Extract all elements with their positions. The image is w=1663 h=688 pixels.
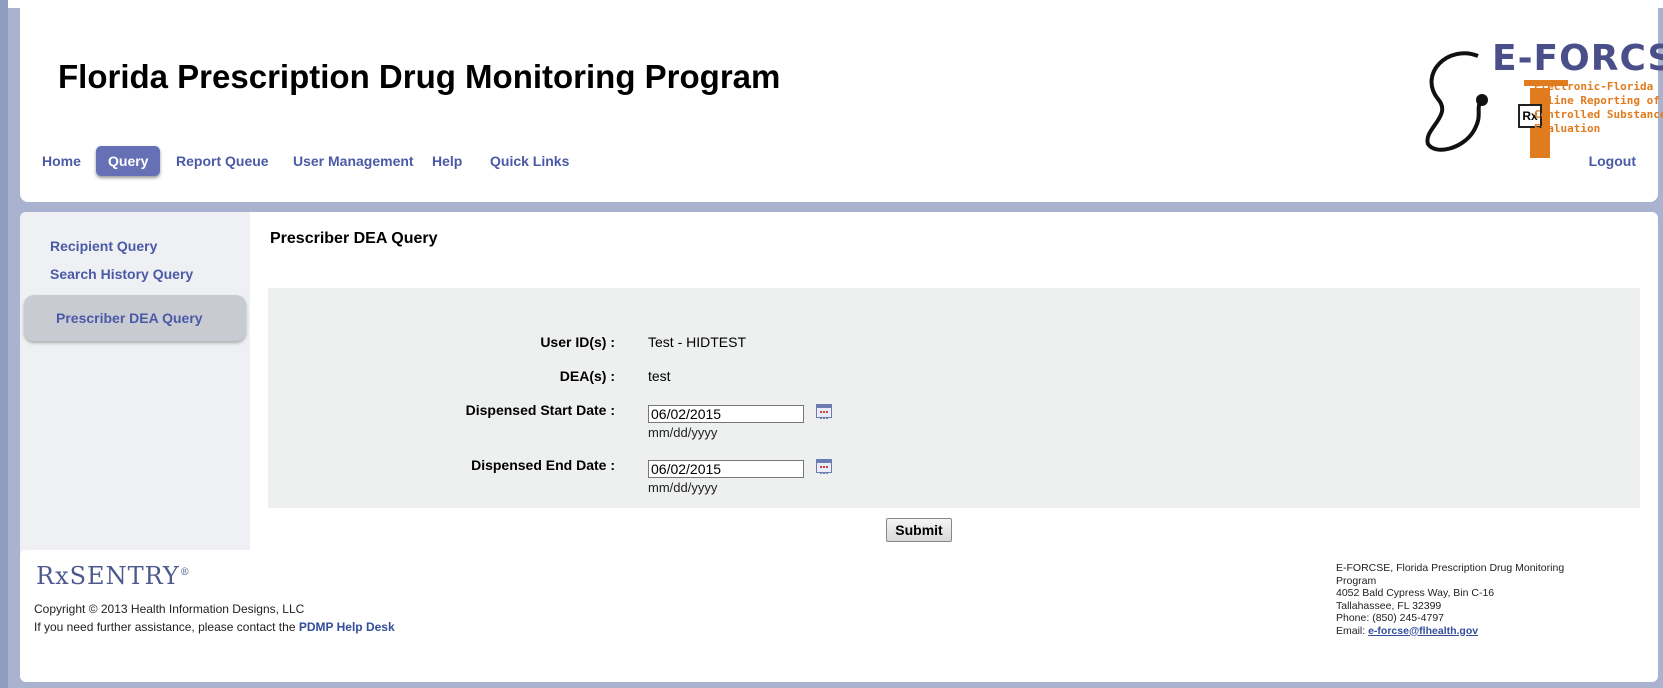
nav-query[interactable]: Query [96, 146, 161, 176]
logo-line-2: Online Reporting of [1534, 94, 1660, 107]
header: Florida Prescription Drug Monitoring Pro… [20, 8, 1663, 202]
start-date-label: Dispensed Start Date : [465, 402, 615, 418]
contact-phone: Phone: (850) 245-4797 [1336, 612, 1444, 624]
start-date-hint: mm/dd/yyyy [648, 425, 718, 440]
nav-home[interactable]: Home [42, 146, 81, 176]
logo-line-4: Evaluation [1534, 122, 1601, 135]
nav-help[interactable]: Help [432, 146, 462, 176]
nav-report-queue[interactable]: Report Queue [176, 146, 269, 176]
main-content: Recipient Query Search History Query Pre… [20, 212, 1658, 572]
contact-info: E-FORCSE, Florida Prescription Drug Moni… [1336, 562, 1576, 637]
user-ids-value: Test - HIDTEST [648, 334, 747, 350]
window-top-border [8, 0, 1663, 8]
nav-quick-links[interactable]: Quick Links [490, 146, 569, 176]
submit-button[interactable]: Submit [886, 518, 952, 542]
dea-value: test [648, 368, 671, 384]
logo-line-1: Electronic-Florida [1534, 80, 1654, 93]
contact-address-1: 4052 Bald Cypress Way, Bin C-16 [1336, 587, 1495, 599]
logo-title: E-FORCSE [1492, 38, 1663, 79]
window-left-border [0, 0, 8, 688]
rxsentry-logo: RxSENTRY® [36, 562, 191, 590]
main-nav: Home Query Report Queue User Management … [20, 138, 1658, 182]
copyright: Copyright © 2013 Health Information Desi… [34, 602, 305, 616]
page-title: Prescriber DEA Query [270, 230, 438, 247]
email-link[interactable]: e-forcse@flhealth.gov [1368, 625, 1478, 637]
contact-org: E-FORCSE, Florida Prescription Drug Moni… [1336, 562, 1565, 587]
calendar-icon[interactable] [816, 459, 832, 474]
end-date-label: Dispensed End Date : [471, 457, 615, 473]
sidebar-item-search-history-query[interactable]: Search History Query [50, 266, 193, 282]
query-form: User ID(s) : Test - HIDTEST DEA(s) : tes… [268, 288, 1640, 508]
logo-line-3: Controlled Substances [1534, 108, 1663, 121]
sidebar-item-recipient-query[interactable]: Recipient Query [50, 238, 157, 254]
nav-user-management[interactable]: User Management [293, 146, 414, 176]
email-label: Email: [1336, 624, 1369, 637]
sidebar-item-prescriber-dea-query[interactable]: Prescriber DEA Query [24, 295, 246, 341]
assist-label: If you need further assistance, please c… [34, 620, 299, 634]
help-desk-link[interactable]: PDMP Help Desk [299, 620, 395, 634]
end-date-input[interactable] [648, 460, 804, 478]
site-title: Florida Prescription Drug Monitoring Pro… [58, 58, 781, 95]
contact-address-2: Tallahassee, FL 32399 [1336, 599, 1442, 612]
sidebar-item-label: Prescriber DEA Query [56, 310, 203, 326]
contact-email: Email: e-forcse@flhealth.gov [1336, 625, 1576, 638]
end-date-hint: mm/dd/yyyy [648, 480, 718, 495]
sidebar: Recipient Query Search History Query Pre… [20, 212, 250, 572]
footer: RxSENTRY® Copyright © 2013 Health Inform… [20, 550, 1658, 682]
assist-text: If you need further assistance, please c… [34, 620, 395, 634]
registered-mark: ® [179, 567, 191, 578]
calendar-icon[interactable] [816, 404, 832, 419]
logout-link[interactable]: Logout [1589, 146, 1636, 176]
dea-label: DEA(s) : [559, 368, 615, 384]
user-ids-label: User ID(s) : [540, 334, 615, 350]
start-date-input[interactable] [648, 405, 804, 423]
rxsentry-logo-text: RxSENTRY [36, 562, 180, 590]
